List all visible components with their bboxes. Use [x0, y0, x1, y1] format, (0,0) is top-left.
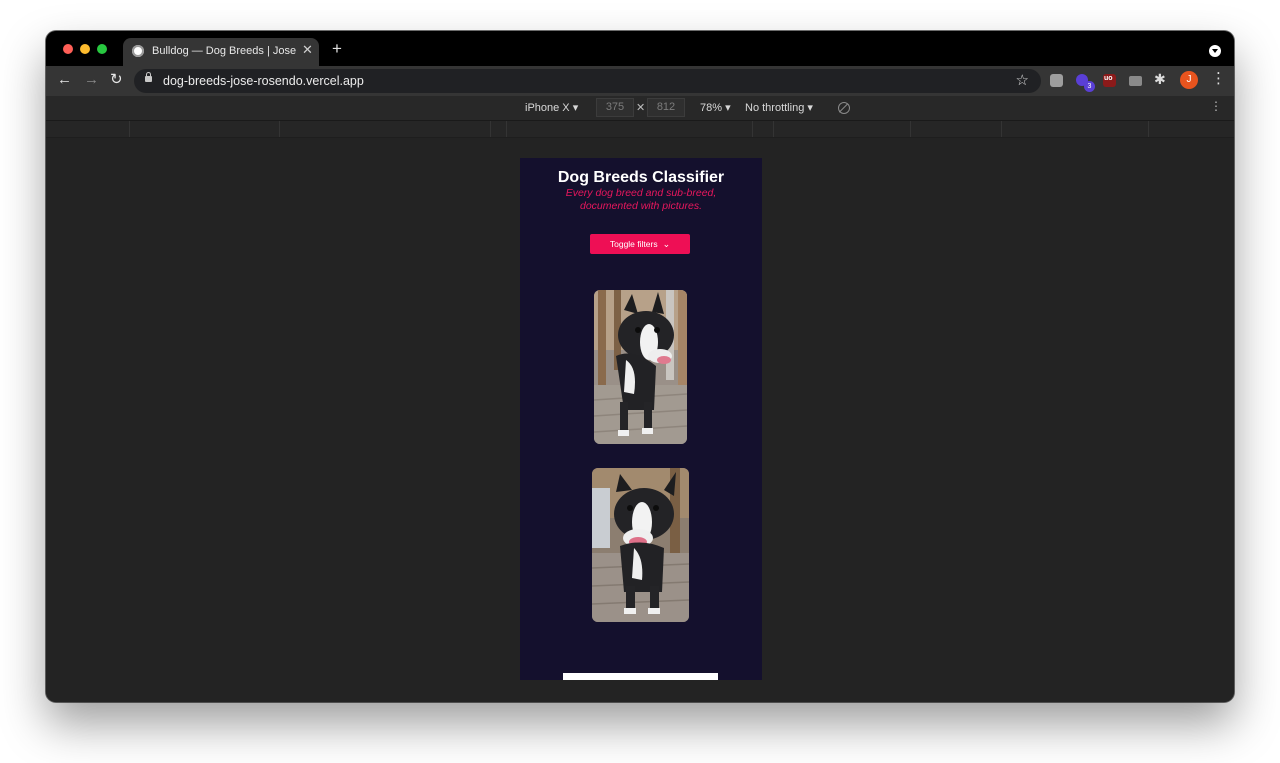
dog-photo[interactable]: [594, 290, 687, 444]
ruler-segment[interactable]: [280, 121, 491, 137]
emulated-page: Dog Breeds Classifier Every dog breed an…: [520, 158, 762, 680]
device-select[interactable]: iPhone X ▾: [525, 101, 578, 114]
extension-icon[interactable]: [1050, 74, 1063, 87]
bookmark-star-icon[interactable]: ☆: [1016, 71, 1029, 89]
device-viewport: Dog Breeds Classifier Every dog breed an…: [46, 138, 1234, 702]
ruler-segment[interactable]: [911, 121, 1002, 137]
ruler-segment[interactable]: [507, 121, 753, 137]
profile-avatar[interactable]: J: [1180, 71, 1198, 89]
tab-favicon-icon: [132, 45, 144, 57]
ruler-segment[interactable]: [753, 121, 774, 137]
media-query-ruler: [46, 121, 1234, 138]
throttling-select[interactable]: No throttling ▾: [745, 101, 813, 114]
chevron-down-icon: ⌄: [662, 238, 671, 249]
ruler-segment[interactable]: [130, 121, 280, 137]
device-toolbar: iPhone X ▾ 375 ✕ 812 78% ▾ No throttling…: [46, 96, 1234, 121]
browser-toolbar: ← → ↻ dog-breeds-jose-rosendo.vercel.app…: [46, 66, 1234, 96]
url-text[interactable]: dog-breeds-jose-rosendo.vercel.app: [163, 74, 364, 88]
extension-badge: 3: [1084, 81, 1095, 92]
ublock-label: uo: [1104, 75, 1113, 82]
back-button[interactable]: ←: [57, 72, 72, 88]
tab-close-icon[interactable]: ✕: [302, 42, 313, 58]
minimize-window-button[interactable]: [80, 44, 90, 54]
bottom-panel-edge: [563, 673, 718, 680]
camera-icon[interactable]: [1129, 76, 1142, 86]
ruler-segment[interactable]: [46, 121, 130, 137]
page-subtitle: Every dog breed and sub-breed, documente…: [565, 187, 717, 212]
tab-title: Bulldog — Dog Breeds | Jose R: [152, 45, 298, 57]
dog-photo-image: [592, 468, 689, 622]
browser-window: Bulldog — Dog Breeds | Jose R ✕ + ← → ↻ …: [46, 31, 1234, 702]
lock-icon[interactable]: [145, 72, 152, 82]
ruler-segment[interactable]: [774, 121, 911, 137]
ruler-segment[interactable]: [491, 121, 507, 137]
ruler-segment[interactable]: [1002, 121, 1149, 137]
forward-button[interactable]: →: [84, 72, 99, 88]
page-title: Dog Breeds Classifier: [557, 169, 725, 186]
browser-menu-icon[interactable]: ⋮: [1211, 71, 1226, 87]
dog-photo-image: [594, 290, 687, 444]
tab-strip: Bulldog — Dog Breeds | Jose R ✕ +: [46, 31, 1234, 66]
viewport-height-input[interactable]: 812: [647, 98, 685, 117]
viewport-width-input[interactable]: 375: [596, 98, 634, 117]
new-tab-button[interactable]: +: [332, 40, 342, 57]
toggle-filters-button[interactable]: Toggle filters ⌄: [590, 234, 690, 254]
address-bar[interactable]: dog-breeds-jose-rosendo.vercel.app ☆: [134, 69, 1041, 93]
zoom-select[interactable]: 78% ▾: [700, 101, 731, 114]
device-toolbar-more-icon[interactable]: ⋮: [1210, 100, 1222, 112]
puzzle-extensions-icon[interactable]: ✱: [1154, 71, 1166, 88]
active-tab[interactable]: Bulldog — Dog Breeds | Jose R ✕: [123, 38, 319, 66]
maximize-window-button[interactable]: [97, 44, 107, 54]
tab-search-icon[interactable]: [1209, 45, 1221, 57]
rotate-icon[interactable]: [838, 102, 850, 114]
close-window-button[interactable]: [63, 44, 73, 54]
toggle-filters-label: Toggle filters: [609, 238, 658, 249]
dog-photo[interactable]: [592, 468, 689, 622]
reload-button[interactable]: ↻: [110, 72, 123, 88]
dimension-separator: ✕: [636, 102, 646, 114]
